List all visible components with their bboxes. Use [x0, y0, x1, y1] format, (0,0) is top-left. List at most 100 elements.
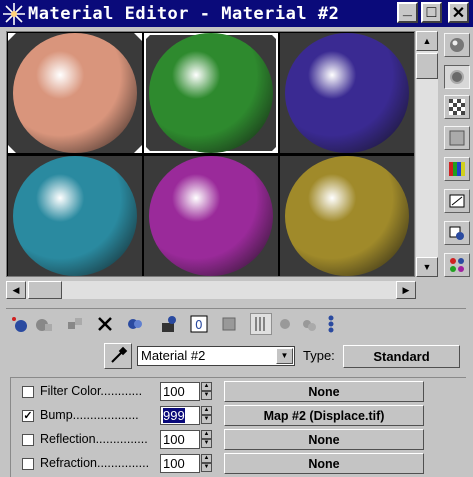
map-channel-label: Bump................... [40, 408, 139, 422]
map-slot-button[interactable]: None [224, 429, 424, 450]
make-preview-icon [448, 192, 466, 210]
scroll-right-arrow-icon: ▶ [402, 284, 410, 295]
make-preview-button[interactable] [444, 189, 470, 213]
make-unique-icon[interactable] [124, 313, 146, 335]
map-channel-label: Reflection............... [40, 432, 148, 446]
app-star-icon[interactable] [0, 0, 28, 27]
map-row: Refraction............... 100 ▲ ▼ None [22, 453, 442, 475]
material-sphere-preview [13, 156, 137, 276]
map-enable-checkbox[interactable] [22, 434, 34, 446]
map-amount-spinner[interactable]: ▲ ▼ [201, 382, 212, 401]
sample-type-sphere-button[interactable] [444, 33, 470, 57]
horizontal-scroll-thumb[interactable] [28, 281, 62, 299]
spinner-down-icon[interactable]: ▼ [201, 463, 212, 472]
show-map-in-viewport-icon[interactable] [218, 313, 240, 335]
map-amount-field[interactable]: 999 [160, 406, 200, 425]
scroll-right-button[interactable]: ▶ [396, 281, 416, 299]
go-to-parent-icon[interactable] [274, 313, 296, 335]
pick-material-from-object-button[interactable] [104, 343, 132, 369]
background-checker-icon [448, 98, 466, 116]
slot-corner-marker [144, 33, 152, 41]
material-sphere-preview [149, 156, 273, 276]
type-label: Type: [303, 348, 335, 363]
minimize-button[interactable]: _ [397, 0, 418, 23]
map-row: Reflection............... 100 ▲ ▼ None [22, 429, 442, 451]
spinner-up-icon[interactable]: ▲ [201, 382, 212, 391]
close-button[interactable]: ✕ [448, 2, 469, 23]
material-sample-slot[interactable] [280, 156, 414, 276]
map-amount-value: 100 [163, 456, 185, 471]
slot-corner-marker [134, 33, 142, 41]
material-sphere-preview [149, 33, 273, 153]
assign-to-selection-icon[interactable] [64, 313, 86, 335]
slots-horizontal-scrollbar[interactable]: ◀ ▶ [6, 281, 416, 299]
minimize-icon: _ [403, 0, 412, 18]
maximize-button[interactable]: □ [421, 2, 442, 23]
map-enable-checkbox[interactable]: ✓ [22, 410, 34, 422]
scroll-left-arrow-icon: ◀ [12, 284, 20, 295]
backlight-button[interactable] [444, 65, 470, 89]
map-row: ✓ Bump................... 999 ▲ ▼ Map #2 (Dis… [22, 405, 442, 427]
svg-text:0: 0 [195, 318, 203, 332]
slots-vertical-scrollbar[interactable]: ▲ ▼ [416, 31, 438, 277]
chevron-down-icon[interactable]: ▼ [276, 348, 293, 364]
map-amount-spinner[interactable]: ▲ ▼ [201, 454, 212, 473]
material-sample-slot[interactable] [8, 33, 142, 153]
map-channel-label: Filter Color............ [40, 384, 143, 398]
backlight-icon [448, 68, 466, 86]
spinner-down-icon[interactable]: ▼ [201, 415, 212, 424]
slot-corner-marker [134, 145, 142, 153]
material-effects-channel-icon[interactable]: 0 [188, 313, 210, 335]
map-amount-value: 100 [163, 384, 185, 399]
video-color-check-icon [448, 160, 466, 178]
select-by-material-icon [448, 256, 466, 274]
slot-corner-marker [8, 33, 16, 41]
scroll-up-button[interactable]: ▲ [416, 31, 438, 51]
get-material-icon[interactable] [8, 313, 30, 335]
eyedropper-icon [111, 346, 128, 363]
material-name-value: Material #2 [141, 348, 206, 363]
vertical-scroll-thumb[interactable] [416, 53, 438, 79]
go-forward-to-sibling-icon[interactable] [298, 313, 320, 335]
spinner-up-icon[interactable]: ▲ [201, 430, 212, 439]
material-sample-slot[interactable] [280, 33, 414, 153]
video-color-check-button[interactable] [444, 157, 470, 181]
spinner-down-icon[interactable]: ▼ [201, 439, 212, 448]
map-slot-button[interactable]: None [224, 381, 424, 402]
show-end-result-icon[interactable] [250, 313, 272, 335]
material-sample-slot[interactable] [8, 156, 142, 276]
map-enable-checkbox[interactable] [22, 458, 34, 470]
reset-map-icon[interactable] [94, 313, 116, 335]
sample-uv-tiling-button[interactable] [444, 126, 470, 150]
scroll-up-arrow-icon: ▲ [422, 36, 432, 46]
material-sample-slot[interactable] [144, 156, 278, 276]
put-to-library-icon[interactable] [158, 313, 180, 335]
map-amount-field[interactable]: 100 [160, 454, 200, 473]
map-slot-button[interactable]: None [224, 453, 424, 474]
material-map-navigator-icon[interactable] [320, 313, 342, 335]
map-amount-spinner[interactable]: ▲ ▼ [201, 430, 212, 449]
map-enable-checkbox[interactable] [22, 386, 34, 398]
material-name-combo[interactable]: Material #2 ▼ [137, 346, 295, 366]
map-slot-button[interactable]: Map #2 (Displace.tif) [224, 405, 424, 426]
select-by-material-button[interactable] [444, 253, 470, 277]
material-type-button[interactable]: Standard [343, 345, 460, 368]
map-amount-spinner[interactable]: ▲ ▼ [201, 406, 212, 425]
scroll-left-button[interactable]: ◀ [6, 281, 26, 299]
slot-corner-marker [270, 33, 278, 41]
scroll-down-button[interactable]: ▼ [416, 257, 438, 277]
options-button[interactable] [444, 221, 470, 245]
map-amount-field[interactable]: 100 [160, 430, 200, 449]
map-amount-field[interactable]: 100 [160, 382, 200, 401]
background-checker-button[interactable] [444, 95, 470, 119]
scroll-down-arrow-icon: ▼ [422, 262, 432, 272]
map-amount-value: 100 [163, 432, 185, 447]
spinner-up-icon[interactable]: ▲ [201, 454, 212, 463]
close-icon: ✕ [451, 4, 466, 22]
spinner-up-icon[interactable]: ▲ [201, 406, 212, 415]
material-sample-slot[interactable] [144, 33, 278, 153]
put-to-scene-icon[interactable] [32, 313, 54, 335]
spinner-down-icon[interactable]: ▼ [201, 391, 212, 400]
sample-slots-grid [6, 31, 415, 277]
map-channel-label: Refraction............... [40, 456, 150, 470]
